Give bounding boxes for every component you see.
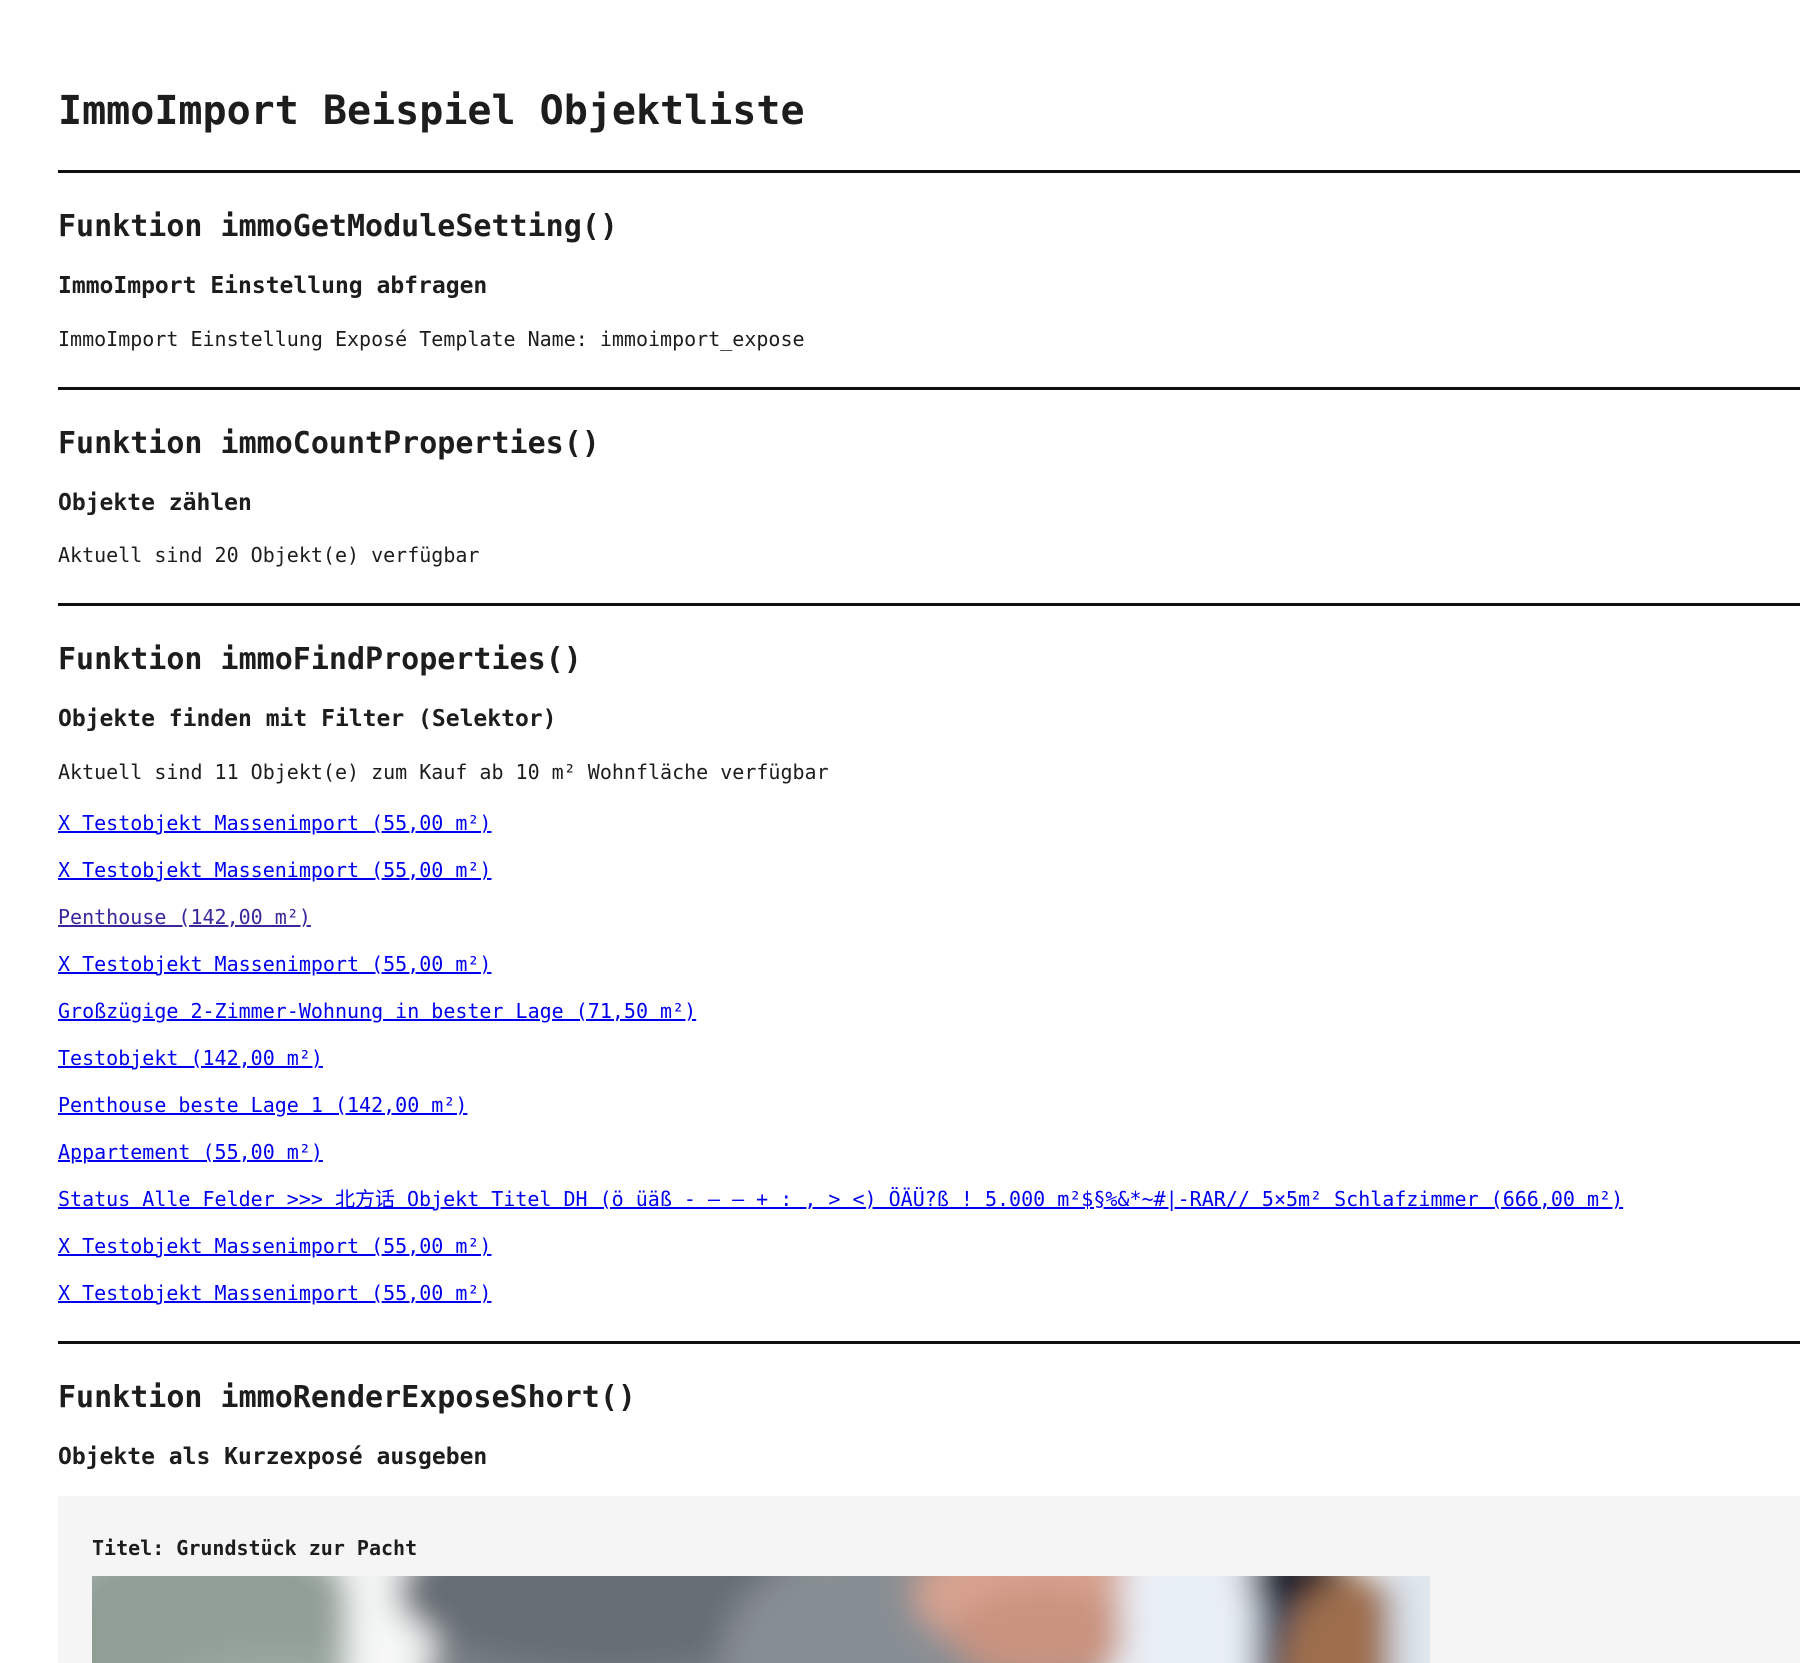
- expose-card: Titel: Grundstück zur Pacht: [58, 1496, 1800, 1663]
- function-heading: Funktion immoFindProperties(): [58, 642, 582, 678]
- property-link[interactable]: X Testobjekt Massenimport (55,00 m²): [58, 952, 491, 976]
- section-divider: [58, 1340, 1800, 1344]
- section-get-module-setting: Funktion immoGetModuleSetting() ImmoImpo…: [58, 209, 1800, 351]
- section-divider: [58, 170, 1800, 173]
- document-page: ImmoImport Beispiel Objektliste Funktion…: [0, 0, 1800, 1663]
- property-link[interactable]: X Testobjekt Massenimport (55,00 m²): [58, 811, 491, 835]
- list-item: Status Alle Felder >>> 北方话 Objekt Titel …: [58, 1187, 1800, 1211]
- property-link[interactable]: Penthouse beste Lage 1 (142,00 m²): [58, 1093, 467, 1117]
- section-find-properties: Funktion immoFindProperties() Objekte fi…: [58, 642, 1800, 1305]
- function-heading: Funktion immoRenderExposeShort(): [58, 1379, 636, 1415]
- section-count-properties: Funktion immoCountProperties() Objekte z…: [58, 426, 1800, 568]
- list-item: X Testobjekt Massenimport (55,00 m²): [58, 1281, 1800, 1305]
- property-link[interactable]: Appartement (55,00 m²): [58, 1140, 323, 1164]
- function-result-text: ImmoImport Einstellung Exposé Template N…: [58, 326, 805, 351]
- list-item: Großzügige 2-Zimmer-Wohnung in bester La…: [58, 999, 1800, 1023]
- property-link[interactable]: Großzügige 2-Zimmer-Wohnung in bester La…: [58, 999, 696, 1023]
- function-heading: Funktion immoGetModuleSetting(): [58, 209, 618, 244]
- function-result-text: Aktuell sind 20 Objekt(e) verfügbar: [58, 543, 480, 568]
- section-divider: [58, 386, 1800, 390]
- section-render-expose-short: Funktion immoRenderExposeShort() Objekte…: [58, 1380, 1800, 1663]
- property-link[interactable]: Penthouse (142,00 m²): [58, 905, 311, 929]
- list-item: Testobjekt (142,00 m²): [58, 1046, 1800, 1070]
- property-link[interactable]: X Testobjekt Massenimport (55,00 m²): [58, 1281, 491, 1305]
- property-link[interactable]: X Testobjekt Massenimport (55,00 m²): [58, 858, 491, 882]
- property-link[interactable]: Testobjekt (142,00 m²): [58, 1046, 323, 1070]
- property-link[interactable]: X Testobjekt Massenimport (55,00 m²): [58, 1234, 491, 1258]
- list-item: Appartement (55,00 m²): [58, 1140, 1800, 1164]
- function-subheading: Objekte zählen: [58, 489, 252, 516]
- expose-title: Titel: Grundstück zur Pacht: [92, 1536, 418, 1561]
- list-item: X Testobjekt Massenimport (55,00 m²): [58, 858, 1800, 882]
- page-title: ImmoImport Beispiel Objektliste: [58, 88, 805, 134]
- list-item: Penthouse beste Lage 1 (142,00 m²): [58, 1093, 1800, 1117]
- list-item: X Testobjekt Massenimport (55,00 m²): [58, 952, 1800, 976]
- function-result-text: Aktuell sind 11 Objekt(e) zum Kauf ab 10…: [58, 759, 829, 784]
- list-item: Penthouse (142,00 m²): [58, 905, 1800, 929]
- function-subheading: ImmoImport Einstellung abfragen: [58, 273, 488, 299]
- list-item: X Testobjekt Massenimport (55,00 m²): [58, 811, 1800, 835]
- function-subheading: Objekte finden mit Filter (Selektor): [58, 706, 557, 733]
- function-subheading: Objekte als Kurzexposé ausgeben: [58, 1443, 488, 1470]
- property-link[interactable]: Status Alle Felder >>> 北方话 Objekt Titel …: [58, 1187, 1623, 1211]
- function-heading: Funktion immoCountProperties(): [58, 425, 600, 461]
- property-photo: [92, 1576, 1430, 1663]
- section-divider: [58, 603, 1800, 607]
- property-links-list: X Testobjekt Massenimport (55,00 m²) X T…: [58, 811, 1800, 1305]
- list-item: X Testobjekt Massenimport (55,00 m²): [58, 1234, 1800, 1258]
